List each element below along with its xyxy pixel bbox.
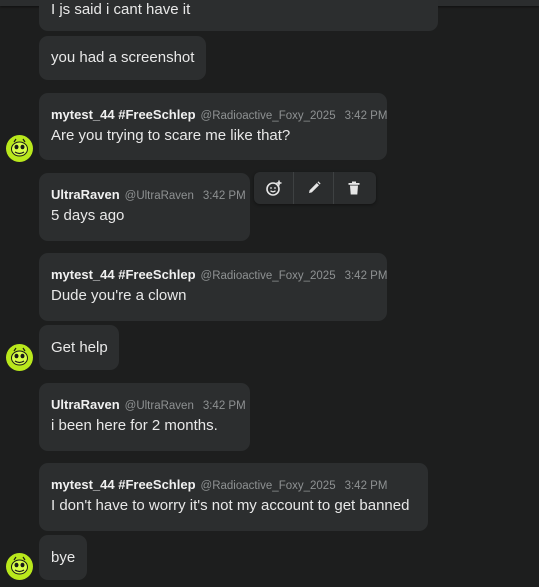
author-handle: @Radioactive_Foxy_2025 bbox=[200, 480, 336, 492]
timestamp: 3:42 PM bbox=[344, 270, 388, 282]
message-text: bye bbox=[51, 549, 76, 566]
author-name[interactable]: mytest_44 #FreeSchlep bbox=[51, 267, 196, 282]
message-bubble: mytest_44 #FreeSchlep @Radioactive_Foxy_… bbox=[39, 253, 387, 321]
message-text: Dude you're a clown bbox=[51, 287, 187, 304]
author-name[interactable]: mytest_44 #FreeSchlep bbox=[51, 477, 196, 492]
message-header: UltraRaven @UltraRaven 3:42 PM bbox=[51, 187, 246, 202]
edit-button[interactable] bbox=[294, 172, 334, 204]
avatar-character-icon bbox=[11, 556, 28, 575]
message-bubble: you had a screenshot bbox=[39, 36, 206, 80]
message-header: mytest_44 #FreeSchlep @Radioactive_Foxy_… bbox=[51, 107, 387, 122]
message-header: UltraRaven @UltraRaven 3:42 PM bbox=[51, 397, 246, 412]
message-text: 5 days ago bbox=[51, 207, 125, 224]
timestamp: 3:42 PM bbox=[344, 480, 388, 492]
avatar[interactable] bbox=[6, 553, 33, 580]
message-bubble: UltraRaven @UltraRaven 3:42 PM i been he… bbox=[39, 383, 250, 451]
message-bubble: mytest_44 #FreeSchlep @Radioactive_Foxy_… bbox=[39, 93, 387, 160]
message-actions-toolbar bbox=[254, 172, 376, 204]
delete-button[interactable] bbox=[334, 172, 374, 204]
message-text: I js said i cant have it bbox=[51, 1, 191, 18]
avatar-character-icon bbox=[11, 347, 28, 366]
avatar[interactable] bbox=[6, 135, 33, 162]
message-bubble: bye bbox=[39, 535, 87, 580]
message-bubble: I js said i cant have it bbox=[39, 0, 438, 31]
author-name[interactable]: UltraRaven bbox=[51, 397, 120, 412]
timestamp: 3:42 PM bbox=[202, 400, 246, 412]
author-handle: @UltraRaven bbox=[124, 190, 194, 202]
author-handle: @Radioactive_Foxy_2025 bbox=[200, 270, 336, 282]
avatar[interactable] bbox=[6, 344, 33, 371]
message-bubble: mytest_44 #FreeSchlep @Radioactive_Foxy_… bbox=[39, 463, 428, 531]
pencil-icon bbox=[308, 181, 321, 193]
message-text: Get help bbox=[51, 339, 108, 356]
author-handle: @Radioactive_Foxy_2025 bbox=[200, 110, 336, 122]
message-header: mytest_44 #FreeSchlep @Radioactive_Foxy_… bbox=[51, 267, 387, 282]
timestamp: 3:42 PM bbox=[344, 110, 388, 122]
message-header: mytest_44 #FreeSchlep @Radioactive_Foxy_… bbox=[51, 477, 416, 492]
author-name[interactable]: UltraRaven bbox=[51, 187, 120, 202]
add-reaction-button[interactable] bbox=[254, 172, 294, 204]
message-bubble: UltraRaven @UltraRaven 3:42 PM 5 days ag… bbox=[39, 173, 250, 241]
message-text: Are you trying to scare me like that? bbox=[51, 127, 291, 144]
avatar-character-icon bbox=[11, 138, 28, 157]
message-text: i been here for 2 months. bbox=[51, 417, 218, 434]
message-text: I don't have to worry it's not my accoun… bbox=[51, 497, 410, 514]
author-handle: @UltraRaven bbox=[124, 400, 194, 412]
message-bubble: Get help bbox=[39, 325, 119, 370]
add-reaction-icon bbox=[265, 180, 281, 196]
trash-icon bbox=[348, 181, 360, 195]
author-name[interactable]: mytest_44 #FreeSchlep bbox=[51, 107, 196, 122]
message-text: you had a screenshot bbox=[51, 49, 195, 66]
timestamp: 3:42 PM bbox=[202, 190, 246, 202]
